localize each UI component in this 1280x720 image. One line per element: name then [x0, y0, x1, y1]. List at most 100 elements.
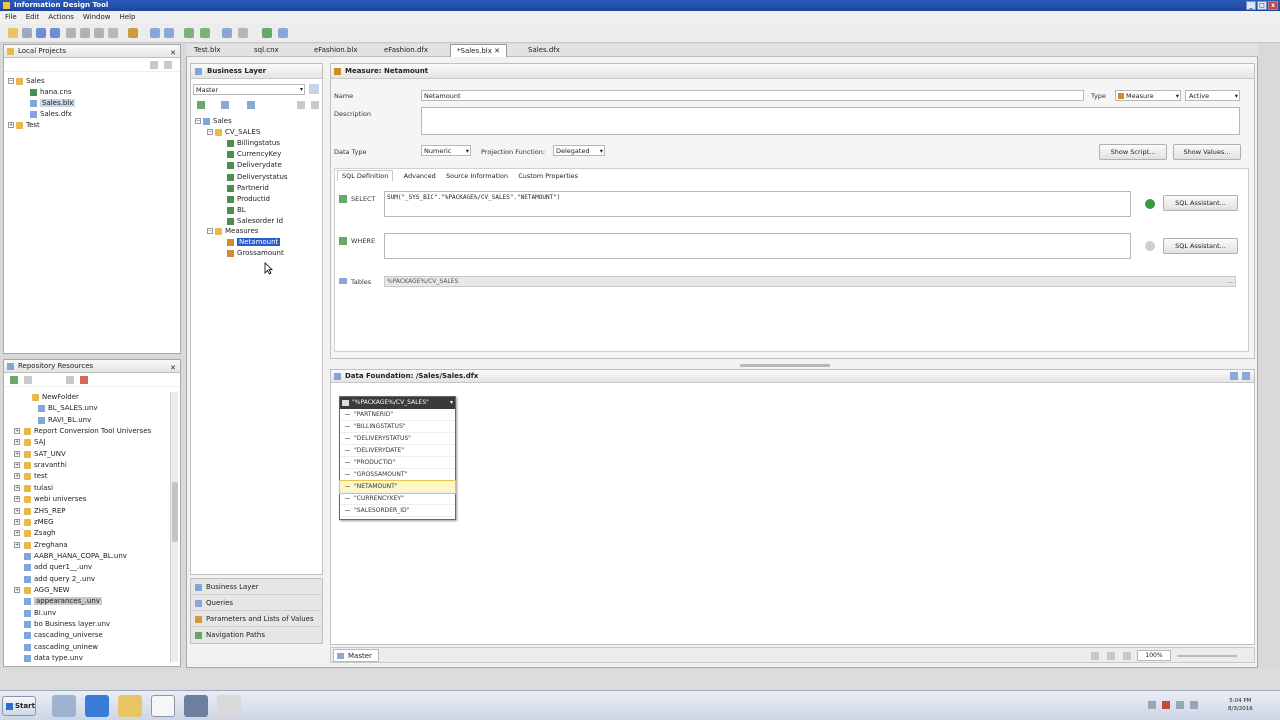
repository-item[interactable]: cascading_uninew [24, 642, 98, 653]
redo-icon[interactable] [164, 28, 174, 38]
start-button[interactable]: Start [2, 696, 36, 716]
tab-sql-definition[interactable]: SQL Definition [337, 170, 394, 181]
nav-queries[interactable]: Queries [191, 595, 322, 611]
tree-dimension[interactable]: CurrencyKey [227, 149, 281, 160]
zoom-slider[interactable] [1177, 655, 1237, 657]
repository-item[interactable]: NewFolder [32, 392, 79, 403]
repository-item[interactable]: add query 2_.unv [24, 574, 95, 585]
edit-select-icon[interactable] [339, 195, 347, 203]
projection-select[interactable]: Delegated ▾ [553, 145, 605, 156]
server-manager-icon[interactable] [52, 695, 76, 717]
tab-sales-blx[interactable]: *Sales.blx ✕ [450, 44, 507, 57]
name-field[interactable]: Netamount [421, 90, 1084, 101]
run-icon[interactable] [262, 28, 272, 38]
repository-item[interactable]: add quer1__.unv [24, 562, 92, 573]
table-column[interactable]: "DELIVERYSTATUS" [340, 433, 455, 445]
where-expression-field[interactable] [384, 233, 1131, 259]
new-icon[interactable] [8, 28, 18, 38]
explorer-icon[interactable] [118, 695, 142, 717]
tab-efashion-blx[interactable]: eFashion.blx [314, 46, 357, 54]
maximize-icon[interactable] [1242, 372, 1250, 380]
table-column[interactable]: "NETAMOUNT" [339, 480, 456, 494]
table-column[interactable]: "SALESORDER_ID" [340, 505, 455, 517]
table-cv-sales[interactable]: "%PACKAGE%/CV_SALES" ▾ "PARTNERID" "BILLI… [339, 396, 456, 520]
filter-icon[interactable] [221, 101, 229, 109]
expand-icon[interactable]: + [14, 473, 20, 480]
refresh-icon[interactable] [66, 376, 74, 384]
repository-item[interactable]: cascading_universe [24, 630, 103, 641]
query-icon[interactable] [222, 28, 232, 38]
zoom-field[interactable]: 100% [1137, 650, 1171, 661]
designer-taskbar-icon[interactable] [217, 695, 241, 717]
maximize-button[interactable]: □ [1257, 1, 1267, 10]
edit-view-icon[interactable] [309, 84, 319, 94]
tree-folder-measures[interactable]: Measures [215, 226, 258, 237]
repository-item[interactable]: BL_SALES.unv [38, 403, 98, 414]
repository-item[interactable]: Zreghana [24, 540, 68, 551]
menu-actions[interactable]: Actions [48, 11, 74, 24]
minimize-button[interactable]: _ [1246, 1, 1256, 10]
check-integrity-icon[interactable] [184, 28, 194, 38]
repository-item[interactable]: zMEG [24, 517, 54, 528]
volume-icon[interactable] [1190, 701, 1198, 709]
state-select[interactable]: Active ▾ [1185, 90, 1240, 101]
insert-icon[interactable] [197, 101, 205, 109]
delete-icon[interactable] [108, 28, 118, 38]
expand-icon[interactable]: + [14, 428, 20, 435]
tray-icon[interactable] [1148, 701, 1156, 709]
nav-parameters-lov[interactable]: Parameters and Lists of Values [191, 611, 322, 627]
tree-dimension[interactable]: Deliverystatus [227, 172, 288, 183]
tree-dimension[interactable]: Productid [227, 194, 270, 205]
show-script-button[interactable]: Show Script... [1099, 144, 1167, 160]
tab-sales-dfx[interactable]: Sales.dfx [528, 46, 560, 54]
expand-icon[interactable]: + [14, 462, 20, 469]
expand-icon[interactable]: + [14, 450, 20, 457]
restore-icon[interactable] [1230, 372, 1238, 380]
cut-icon[interactable] [66, 28, 76, 38]
close-button[interactable]: x [1268, 1, 1278, 10]
repository-item[interactable]: SAJ [24, 437, 45, 448]
tree-dimension[interactable]: Partnerid [227, 183, 269, 194]
table-column[interactable]: "BILLINGSTATUS" [340, 421, 455, 433]
tab-close-icon[interactable]: ✕ [494, 47, 500, 55]
repository-item[interactable]: bo Business layer.unv [24, 619, 110, 630]
repository-item[interactable]: webi universes [24, 494, 86, 505]
repository-item[interactable]: tulasi [24, 483, 53, 494]
disconnect-icon[interactable] [80, 376, 88, 384]
project-test[interactable]: Test [16, 120, 40, 131]
edit-where-icon[interactable] [339, 237, 347, 245]
move-icon[interactable] [297, 101, 305, 109]
tree-measure-grossamount[interactable]: Grossamount [227, 248, 284, 259]
table-menu-icon[interactable]: ▾ [450, 397, 453, 409]
validate-icon[interactable] [1145, 199, 1155, 209]
table-header[interactable]: "%PACKAGE%/CV_SALES" ▾ [340, 397, 455, 409]
zoom-in-icon[interactable] [1123, 652, 1131, 660]
expand-icon[interactable]: + [14, 496, 20, 503]
expand-icon[interactable]: + [14, 586, 20, 593]
save-all-icon[interactable] [50, 28, 60, 38]
table-column[interactable]: "DELIVERYDATE" [340, 445, 455, 457]
tab-test-blx[interactable]: Test.blx [194, 46, 221, 54]
connect-icon[interactable] [10, 376, 18, 384]
repository-item[interactable]: sravanthi [24, 460, 67, 471]
datatype-select[interactable]: Numeric ▾ [421, 145, 471, 156]
expand-icon[interactable]: + [14, 518, 20, 525]
expand-all-icon[interactable] [311, 101, 319, 109]
save-icon[interactable] [36, 28, 46, 38]
table-column[interactable]: "PRODUCTID" [340, 457, 455, 469]
select-expression-field[interactable]: SUM("_SYS_BIC"."%PACKAGE%/CV_SALES"."NET… [384, 191, 1131, 217]
table-column[interactable]: "CURRENCYKEY" [340, 493, 455, 505]
view-select[interactable]: Master ▾ [193, 84, 305, 95]
repository-item[interactable]: Report Conversion Tool Universes [24, 426, 151, 437]
repository-scrollbar[interactable] [170, 392, 178, 662]
copy-icon[interactable] [80, 28, 90, 38]
expand-icon[interactable]: + [14, 439, 20, 446]
description-field[interactable] [421, 107, 1240, 135]
information-design-tool-taskbar-icon[interactable] [151, 695, 175, 717]
repository-item[interactable]: ZHS_REP [24, 506, 66, 517]
type-select[interactable]: Measure ▾ [1115, 90, 1181, 101]
expand-icon[interactable]: + [14, 484, 20, 491]
tab-efashion-dfx[interactable]: eFashion.dfx [384, 46, 428, 54]
show-values-button[interactable]: Show Values... [1173, 144, 1241, 160]
app-taskbar-icon[interactable] [184, 695, 208, 717]
